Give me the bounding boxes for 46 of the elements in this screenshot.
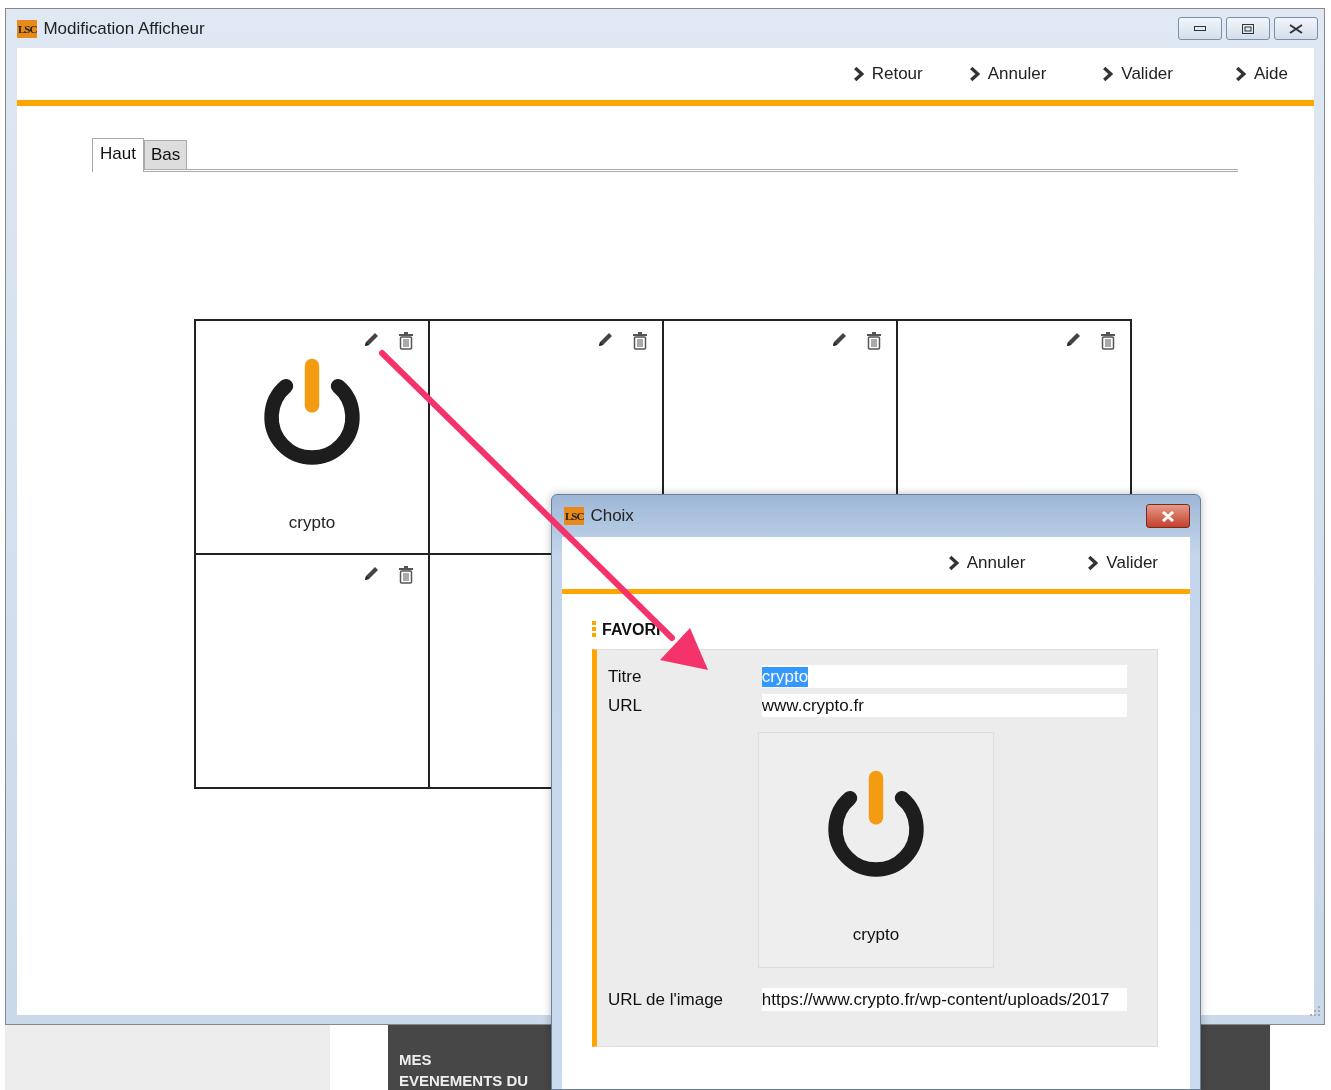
- chevron-icon: [968, 66, 980, 82]
- toolbar-link[interactable]: Annuler: [947, 553, 1026, 573]
- close-button[interactable]: [1274, 17, 1318, 40]
- toolbar-link[interactable]: Valider: [1087, 553, 1158, 573]
- trash-icon[interactable]: [632, 331, 648, 350]
- pencil-icon[interactable]: [830, 331, 848, 349]
- trash-icon[interactable]: [866, 331, 882, 350]
- dialog-title: Choix: [590, 506, 634, 526]
- field-label: URL: [608, 695, 643, 716]
- tile-label: crypto: [288, 513, 336, 533]
- field-label: URL de l'image: [608, 989, 725, 1010]
- toolbar-link[interactable]: Aide: [1234, 64, 1288, 84]
- trash-icon[interactable]: [1100, 331, 1116, 350]
- chevron-icon: [1087, 555, 1099, 571]
- trash-icon[interactable]: [398, 565, 414, 584]
- close-button[interactable]: [1146, 504, 1190, 528]
- toolbar-link[interactable]: Annuler: [968, 64, 1047, 84]
- pencil-icon[interactable]: [362, 565, 380, 583]
- chevron-icon: [1234, 66, 1246, 82]
- chevron-icon: [947, 555, 959, 571]
- window-title: Modification Afficheur: [43, 18, 205, 39]
- field-label: Titre: [608, 666, 643, 687]
- tab[interactable]: Haut: [92, 138, 144, 172]
- maximize-button[interactable]: [1226, 17, 1270, 40]
- minimize-icon: [1194, 25, 1206, 32]
- preview-caption: crypto: [852, 925, 900, 945]
- app-logo: LSC: [564, 507, 585, 525]
- toolbar-link[interactable]: Retour: [852, 64, 923, 84]
- close-icon: [1161, 510, 1175, 522]
- chevron-icon: [1102, 66, 1114, 82]
- restore-icon: [1242, 23, 1254, 34]
- toolbar-link[interactable]: Valider: [1102, 64, 1173, 84]
- banner-heading: MES EVENEMENTS DU: [399, 1050, 530, 1090]
- minimize-button[interactable]: [1178, 17, 1222, 40]
- trash-icon[interactable]: [398, 331, 414, 350]
- input-field[interactable]: https://www.crypto.fr/wp-content/uploads/2017: [761, 988, 1127, 1011]
- pencil-icon[interactable]: [362, 331, 380, 349]
- chevron-icon: [852, 66, 864, 82]
- close-icon: [1289, 23, 1303, 34]
- app-logo: LSC: [17, 19, 38, 38]
- section-heading: FAVORI: [602, 621, 661, 639]
- resize-grip-icon[interactable]: [1308, 1004, 1322, 1018]
- tab[interactable]: Bas: [143, 140, 188, 169]
- pencil-icon[interactable]: [1064, 331, 1082, 349]
- input-field[interactable]: www.crypto.fr: [761, 694, 1127, 717]
- pencil-icon[interactable]: [596, 331, 614, 349]
